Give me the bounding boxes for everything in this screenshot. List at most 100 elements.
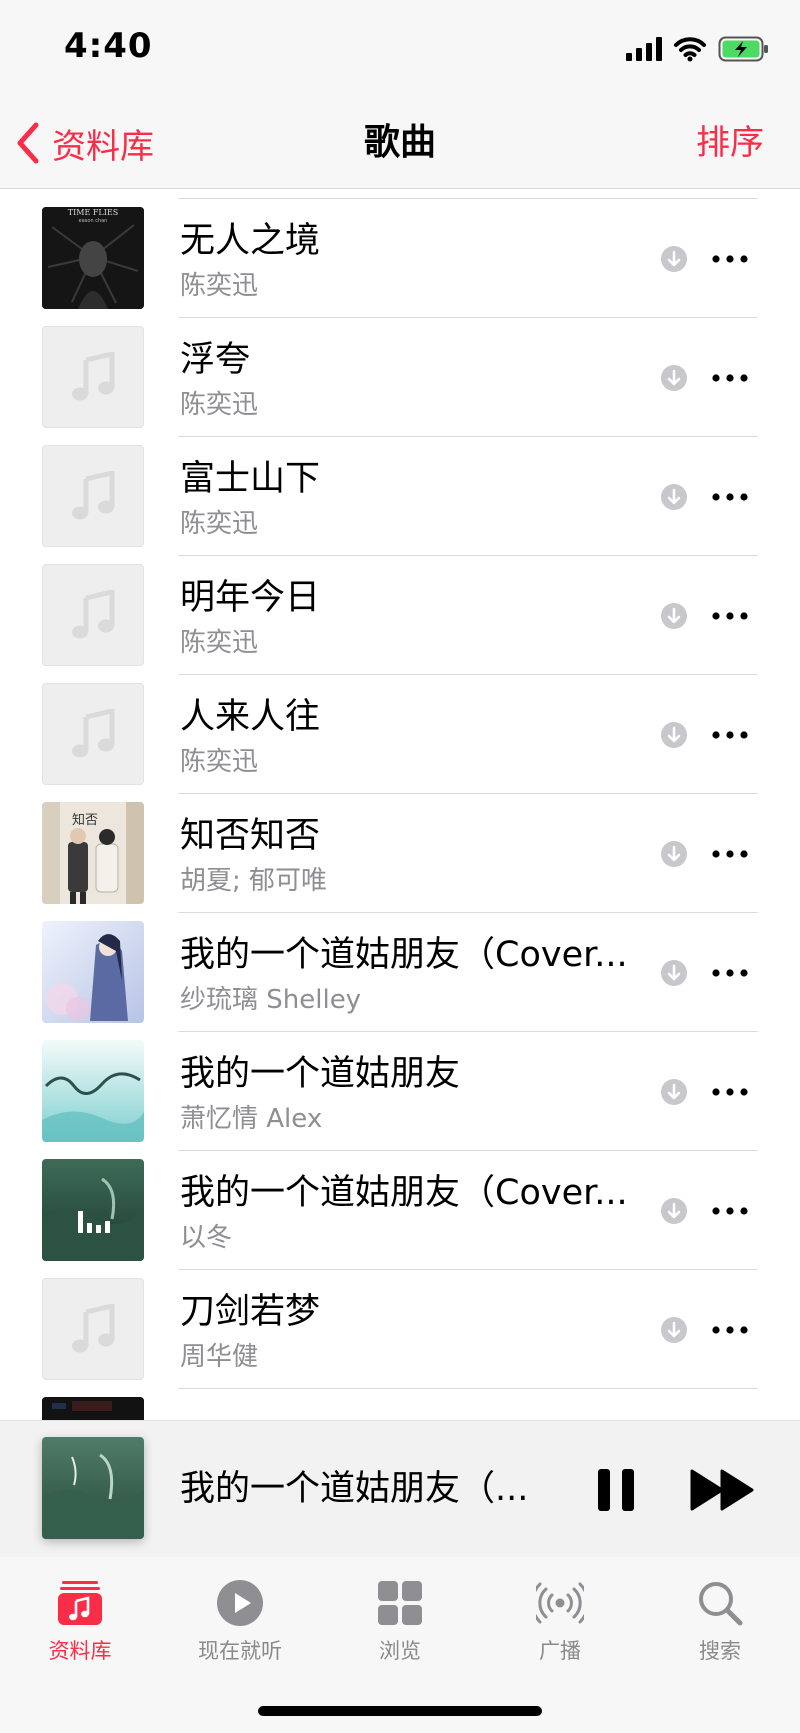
- ellipsis-icon: [712, 850, 748, 858]
- more-options-button[interactable]: [708, 713, 752, 757]
- tab-library[interactable]: 资料库: [0, 1571, 160, 1681]
- song-list[interactable]: TIME FLIES eason chan 无人之境 陈奕迅 浮夸 陈奕迅 富士…: [0, 188, 800, 1420]
- song-title: 人来人往: [180, 697, 321, 737]
- tab-search[interactable]: 搜索: [640, 1571, 800, 1681]
- album-art-placeholder: [42, 326, 144, 428]
- svg-text:知否: 知否: [72, 812, 98, 828]
- song-title: 无人之境: [180, 221, 321, 261]
- song-row[interactable]: TIME FLIES eason chan 无人之境 陈奕迅: [0, 199, 800, 318]
- tab-listen-now[interactable]: 现在就听: [160, 1571, 320, 1681]
- song-title: 我的一个道姑朋友（Cover...: [180, 935, 628, 975]
- song-artist: 纱琉璃 Shelley: [180, 985, 362, 1015]
- song-row-partial[interactable]: [0, 1389, 800, 1420]
- battery-charging-icon: [718, 36, 768, 62]
- song-row[interactable]: 人来人往 陈奕迅: [0, 675, 800, 794]
- mini-player-title[interactable]: 我的一个道姑朋友（...: [180, 1465, 550, 1513]
- tab-label: 搜索: [699, 1639, 741, 1663]
- more-options-button[interactable]: [708, 475, 752, 519]
- more-options-button[interactable]: [708, 832, 752, 876]
- ellipsis-icon: [712, 493, 748, 501]
- song-artist: 胡夏; 郁可唯: [180, 866, 328, 896]
- song-title: 刀剑若梦: [180, 1292, 321, 1332]
- ellipsis-icon: [712, 1326, 748, 1334]
- song-row-now-playing[interactable]: 我的一个道姑朋友（Cover... 以冬: [0, 1151, 800, 1270]
- song-artist: 陈奕迅: [180, 509, 259, 539]
- wifi-icon: [674, 37, 706, 62]
- play-circle-icon: [217, 1580, 263, 1626]
- tab-label: 现在就听: [198, 1639, 282, 1663]
- song-artist: 周华健: [180, 1342, 259, 1372]
- download-icon[interactable]: [660, 1316, 688, 1344]
- sort-button[interactable]: 排序: [696, 118, 764, 168]
- song-title: 我的一个道姑朋友: [180, 1054, 461, 1094]
- radio-icon: [536, 1582, 584, 1624]
- library-icon: [58, 1581, 102, 1625]
- tab-label: 资料库: [48, 1639, 112, 1663]
- music-note-icon: [72, 352, 115, 401]
- more-options-button[interactable]: [708, 1308, 752, 1352]
- download-icon[interactable]: [660, 959, 688, 987]
- song-title: 浮夸: [180, 340, 251, 380]
- album-art: TIME FLIES eason chan: [42, 207, 144, 309]
- mini-player-album-art[interactable]: [42, 1437, 144, 1539]
- album-art: 知否: [42, 802, 144, 904]
- download-icon[interactable]: [660, 840, 688, 868]
- more-options-button[interactable]: [708, 1189, 752, 1233]
- song-artist: 陈奕迅: [180, 271, 259, 301]
- music-note-icon: [72, 709, 115, 758]
- album-art-placeholder: [42, 564, 144, 666]
- song-row[interactable]: 浮夸 陈奕迅: [0, 318, 800, 437]
- more-options-button[interactable]: [708, 237, 752, 281]
- song-artist: 陈奕迅: [180, 628, 259, 658]
- tab-label: 浏览: [379, 1639, 421, 1663]
- album-art: [42, 1040, 144, 1142]
- download-icon[interactable]: [660, 721, 688, 749]
- more-options-button[interactable]: [708, 1070, 752, 1114]
- navigation-bar: 资料库 歌曲 排序: [0, 100, 800, 189]
- album-art-placeholder: [42, 445, 144, 547]
- song-row[interactable]: 刀剑若梦 周华健: [0, 1270, 800, 1389]
- song-artist: 陈奕迅: [180, 390, 259, 420]
- album-art: [42, 1397, 144, 1420]
- more-options-button[interactable]: [708, 356, 752, 400]
- music-note-icon: [72, 590, 115, 639]
- song-artist: 以冬: [180, 1223, 233, 1253]
- browse-grid-icon: [378, 1581, 422, 1625]
- home-indicator[interactable]: [258, 1706, 542, 1716]
- song-row[interactable]: 知否 知否知否 胡夏; 郁可唯: [0, 794, 800, 913]
- download-icon[interactable]: [660, 364, 688, 392]
- tab-browse[interactable]: 浏览: [320, 1571, 480, 1681]
- song-title: 明年今日: [180, 578, 321, 618]
- song-artist: 萧忆情 Alex: [180, 1104, 323, 1134]
- song-row[interactable]: 我的一个道姑朋友（Cover... 纱琉璃 Shelley: [0, 913, 800, 1032]
- status-icons: [626, 32, 770, 66]
- album-art: [42, 1159, 144, 1261]
- fast-forward-button[interactable]: [688, 1467, 756, 1513]
- song-row[interactable]: 明年今日 陈奕迅: [0, 556, 800, 675]
- search-icon: [699, 1582, 743, 1626]
- pause-button[interactable]: [594, 1465, 638, 1515]
- download-icon[interactable]: [660, 483, 688, 511]
- ellipsis-icon: [712, 612, 748, 620]
- status-bar: 4:40: [0, 0, 800, 100]
- more-options-button[interactable]: [708, 594, 752, 638]
- download-icon[interactable]: [660, 602, 688, 630]
- song-row[interactable]: 我的一个道姑朋友 萧忆情 Alex: [0, 1032, 800, 1151]
- album-art: [42, 921, 144, 1023]
- song-title: 富士山下: [180, 459, 321, 499]
- tab-radio[interactable]: 广播: [480, 1571, 640, 1681]
- song-artist: 陈奕迅: [180, 747, 259, 777]
- mini-player[interactable]: 我的一个道姑朋友（...: [0, 1420, 800, 1558]
- download-icon[interactable]: [660, 1197, 688, 1225]
- download-icon[interactable]: [660, 245, 688, 273]
- album-art-placeholder: [42, 1278, 144, 1380]
- more-options-button[interactable]: [708, 951, 752, 995]
- download-icon[interactable]: [660, 1078, 688, 1106]
- song-row[interactable]: 富士山下 陈奕迅: [0, 437, 800, 556]
- song-title: 我的一个道姑朋友（Cover...: [180, 1173, 628, 1213]
- song-title: 知否知否: [180, 816, 321, 856]
- ellipsis-icon: [712, 374, 748, 382]
- ellipsis-icon: [712, 731, 748, 739]
- svg-text:eason chan: eason chan: [79, 218, 108, 224]
- status-time: 4:40: [64, 26, 153, 66]
